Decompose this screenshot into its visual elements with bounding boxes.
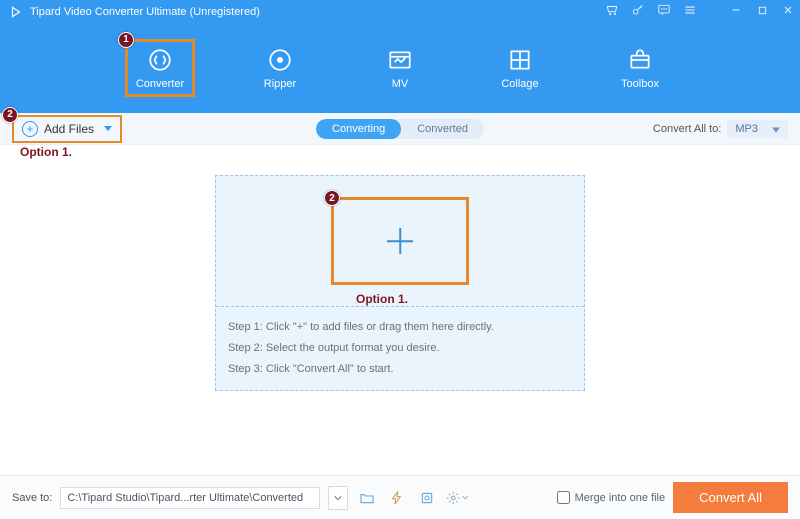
tab-mv-label: MV [392, 78, 409, 90]
menu-icon[interactable] [682, 2, 698, 18]
tab-collage-label: Collage [501, 78, 538, 90]
annotation-option1b: Option 1. [356, 292, 408, 306]
window-controls [604, 2, 796, 18]
sub-toolbar: 2 + Add Files Option 1. Converting Conve… [0, 113, 800, 145]
app-logo-icon [8, 4, 24, 20]
app-window: Tipard Video Converter Ultimate (Unregis… [0, 0, 800, 519]
status-tabs: Converting Converted [316, 119, 484, 139]
annotation-option1a: Option 1. [20, 145, 72, 159]
collage-icon [506, 46, 534, 74]
plus-circle-icon: + [22, 121, 38, 137]
convert-all-label: Convert All to: [653, 123, 721, 135]
step-2: Step 2: Select the output format you des… [228, 338, 572, 359]
divider [708, 2, 718, 18]
format-value: MP3 [735, 123, 758, 135]
gpu-button[interactable] [416, 487, 438, 509]
step-1: Step 1: Click "+" to add files or drag t… [228, 317, 572, 338]
converter-icon [146, 46, 174, 74]
tab-ripper[interactable]: Ripper [245, 46, 315, 90]
settings-button[interactable] [446, 487, 468, 509]
minimize-button[interactable] [728, 2, 744, 18]
footer-bar: Save to: C:\Tipard Studio\Tipard...rter … [0, 475, 800, 519]
app-title: Tipard Video Converter Ultimate (Unregis… [30, 6, 260, 18]
add-plus-box[interactable]: 2 [331, 197, 469, 285]
open-folder-button[interactable] [356, 487, 378, 509]
tab-mv[interactable]: MV [365, 46, 435, 90]
convert-all-format: Convert All to: MP3 [653, 120, 788, 138]
add-files-label: Add Files [44, 122, 94, 136]
annotation-badge-2a: 2 [2, 107, 18, 123]
app-header: Tipard Video Converter Ultimate (Unregis… [0, 0, 800, 113]
format-dropdown[interactable]: MP3 [727, 120, 788, 138]
title-bar: Tipard Video Converter Ultimate (Unregis… [0, 0, 800, 24]
save-to-label: Save to: [12, 492, 52, 504]
save-path-dropdown[interactable] [328, 486, 348, 510]
tab-converter[interactable]: 1 Converter [125, 39, 195, 97]
speed-button[interactable] [386, 487, 408, 509]
dropdown-caret-icon [104, 126, 112, 131]
instructions: Step 1: Click "+" to add files or drag t… [216, 306, 584, 390]
tab-toolbox[interactable]: Toolbox [605, 46, 675, 90]
drop-zone[interactable]: 2 Option 1. [216, 176, 584, 306]
tab-converted[interactable]: Converted [401, 119, 484, 139]
cart-icon[interactable] [604, 2, 620, 18]
merge-label: Merge into one file [575, 492, 666, 504]
tab-collage[interactable]: Collage [485, 46, 555, 90]
tab-converting[interactable]: Converting [316, 119, 401, 139]
mv-icon [386, 46, 414, 74]
toolbox-icon [626, 46, 654, 74]
convert-all-button[interactable]: Convert All [673, 482, 788, 513]
ripper-icon [266, 46, 294, 74]
key-icon[interactable] [630, 2, 646, 18]
merge-checkbox-group[interactable]: Merge into one file [557, 491, 666, 504]
tab-ripper-label: Ripper [264, 78, 296, 90]
step-3: Step 3: Click "Convert All" to start. [228, 359, 572, 380]
annotation-badge-1: 1 [118, 32, 134, 48]
tab-converter-label: Converter [136, 78, 184, 90]
merge-checkbox[interactable] [557, 491, 570, 504]
module-tabs: 1 Converter Ripper MV Collage Toolbox [0, 24, 800, 113]
drop-panel: 2 Option 1. Step 1: Click "+" to add fil… [215, 175, 585, 391]
close-button[interactable] [780, 2, 796, 18]
add-files-button[interactable]: 2 + Add Files [12, 115, 122, 143]
annotation-badge-2b: 2 [324, 190, 340, 206]
maximize-button[interactable] [754, 2, 770, 18]
tab-toolbox-label: Toolbox [621, 78, 659, 90]
save-path-field[interactable]: C:\Tipard Studio\Tipard...rter Ultimate\… [60, 487, 320, 509]
main-area: 2 Option 1. Step 1: Click "+" to add fil… [0, 145, 800, 475]
feedback-icon[interactable] [656, 2, 672, 18]
plus-icon [387, 228, 413, 254]
